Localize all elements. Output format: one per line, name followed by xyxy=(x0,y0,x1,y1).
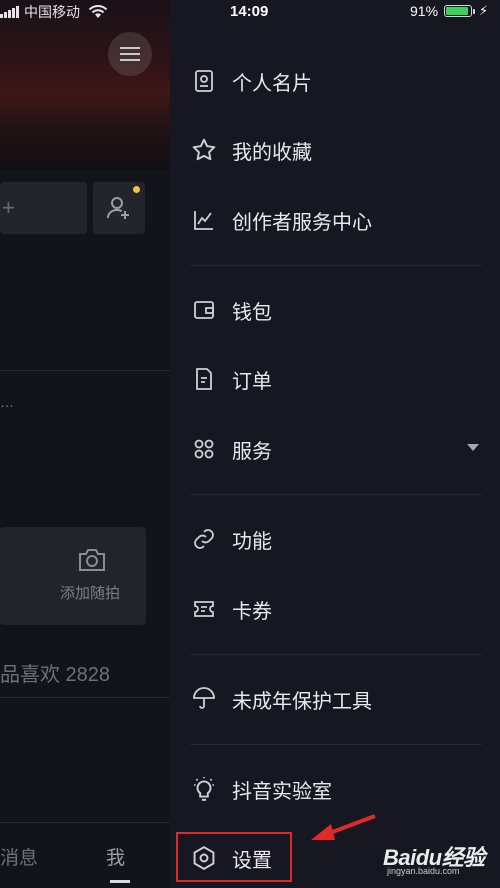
settings-highlight-box xyxy=(176,832,292,882)
camera-icon xyxy=(79,549,105,571)
link-icon xyxy=(190,525,218,553)
wallet-icon xyxy=(190,296,218,324)
divider xyxy=(190,265,482,266)
order-document-icon xyxy=(190,365,218,393)
divider xyxy=(0,697,170,698)
menu-item-label: 未成年保护工具 xyxy=(232,690,372,713)
charging-bolt-icon: ⚡ xyxy=(479,3,489,18)
background-profile-page xyxy=(0,0,170,887)
lightbulb-icon xyxy=(190,775,218,803)
plus-icon: + xyxy=(2,195,15,220)
id-card-icon xyxy=(190,67,218,95)
battery-tip xyxy=(473,8,476,14)
menu-item-orders[interactable]: 订单 xyxy=(190,359,272,399)
menu-item-label: 服务 xyxy=(232,440,272,463)
menu-item-favorites[interactable]: 我的收藏 xyxy=(190,130,312,170)
menu-button[interactable] xyxy=(108,32,152,76)
watermark-url: jingyan.baidu.com xyxy=(387,866,460,876)
tab-me[interactable]: 我 xyxy=(106,843,125,870)
menu-item-label: 我的收藏 xyxy=(232,141,312,164)
services-grid-icon xyxy=(190,435,218,463)
add-snapshot-card[interactable] xyxy=(0,527,146,625)
menu-item-minor-protection[interactable]: 未成年保护工具 xyxy=(190,679,372,719)
menu-item-label: 功能 xyxy=(232,530,272,553)
status-carrier: 中国移动 xyxy=(0,0,108,24)
menu-item-wallet[interactable]: 钱包 xyxy=(190,290,272,330)
hamburger-icon xyxy=(120,47,140,61)
menu-item-features[interactable]: 功能 xyxy=(190,519,272,559)
menu-item-profile-card[interactable]: 个人名片 xyxy=(190,61,312,101)
menu-item-label: 钱包 xyxy=(232,301,272,324)
edit-profile-button[interactable]: + xyxy=(0,182,87,234)
status-battery: 91% ⚡ xyxy=(410,3,488,19)
add-snapshot-label: 添加随拍 xyxy=(60,585,121,602)
umbrella-icon xyxy=(190,685,218,713)
add-user-icon xyxy=(107,197,129,219)
tab-indicator xyxy=(110,880,130,883)
menu-item-coupons[interactable]: 卡券 xyxy=(190,589,272,629)
menu-item-label: 个人名片 xyxy=(232,72,312,95)
menu-item-lab[interactable]: 抖音实验室 xyxy=(190,769,332,809)
divider xyxy=(190,654,482,655)
divider xyxy=(190,494,482,495)
menu-item-creator-center[interactable]: 创作者服务中心 xyxy=(190,200,372,240)
ticket-icon xyxy=(190,595,218,623)
red-arrow-icon xyxy=(311,814,376,840)
signal-icon xyxy=(0,6,20,18)
menu-item-services[interactable]: 服务 xyxy=(190,429,272,469)
likes-count: 品喜欢 2828 xyxy=(0,664,111,686)
ellipsis-text: … xyxy=(0,394,14,410)
menu-item-label: 抖音实验室 xyxy=(232,780,332,803)
menu-item-label: 创作者服务中心 xyxy=(232,211,372,234)
line-chart-icon xyxy=(190,206,218,234)
cover-overlay xyxy=(0,0,170,170)
battery-percent: 91% xyxy=(410,3,439,19)
star-icon xyxy=(190,136,218,164)
notification-dot xyxy=(133,186,140,193)
menu-item-label: 订单 xyxy=(232,370,272,393)
wifi-icon xyxy=(88,5,108,18)
divider xyxy=(0,370,170,371)
divider xyxy=(190,744,482,745)
status-time: 14:09 xyxy=(230,3,269,20)
tab-messages[interactable]: 消息 xyxy=(0,843,38,870)
battery-icon xyxy=(444,5,473,17)
menu-item-label: 卡券 xyxy=(232,600,272,623)
chevron-down-icon[interactable] xyxy=(467,444,479,451)
carrier-name: 中国移动 xyxy=(24,4,80,20)
